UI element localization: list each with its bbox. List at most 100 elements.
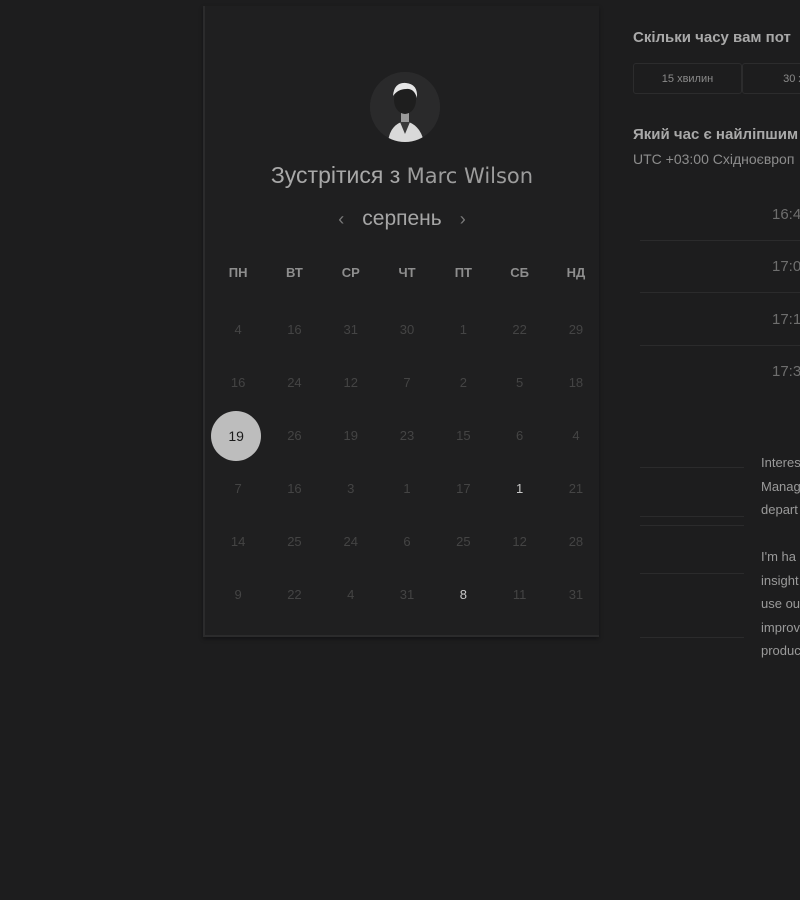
time-slot[interactable]: 17:3 (640, 350, 800, 398)
day-number: 1 (403, 481, 411, 496)
day-number: 31 (343, 322, 358, 337)
calendar-day: 5 (491, 356, 547, 409)
time-slot[interactable]: 17:1 (640, 298, 800, 346)
calendar-day: 15 (435, 409, 491, 462)
day-number: 18 (568, 375, 584, 390)
time-slot[interactable]: 17:0 (640, 245, 800, 293)
description-paragraph: Interes Manag depart (761, 451, 800, 522)
weekday-label: СБ (510, 265, 529, 280)
calendar-day[interactable]: 19 (210, 409, 266, 462)
duration-question: Скільки часу вам пот (633, 29, 791, 46)
timezone-selector[interactable]: UTC +03:00 Східноєвроп (633, 151, 794, 167)
calendar-day: 1 (435, 303, 491, 356)
description-line: produc (761, 643, 800, 658)
day-number: 4 (234, 322, 242, 337)
host-avatar-image (370, 72, 440, 142)
day-number: 15 (456, 428, 471, 443)
weekday-label: СР (341, 265, 360, 280)
divider (640, 637, 744, 638)
day-number: 16 (230, 375, 246, 390)
duration-option-15[interactable]: 15 хвилин (633, 63, 742, 94)
calendar-day: 6 (379, 515, 435, 568)
calendar-day: 3 (323, 462, 379, 515)
day-number: 11 (512, 587, 527, 602)
calendar-day: 4 (323, 568, 379, 621)
time-slot-label: 17:3 (772, 363, 800, 380)
calendar-day: 31 (323, 303, 379, 356)
duration-options: 15 хвилин 30 хв (633, 63, 800, 94)
day-number: 23 (399, 428, 415, 443)
time-question: Який час є найліпшим (633, 126, 799, 143)
description-line: Manag (761, 478, 800, 494)
day-number: 17 (456, 481, 471, 496)
day-number: 25 (456, 534, 471, 549)
calendar-day[interactable]: 8 (435, 568, 491, 621)
day-number: 12 (512, 534, 527, 549)
day-number: 8 (459, 587, 467, 602)
time-slot-label: 17:1 (772, 311, 800, 328)
month-navigation: ‹ серпень › (205, 207, 599, 231)
host-name: Marc Wilson (406, 164, 534, 188)
day-number: 1 (516, 481, 524, 496)
calendar-day: 16 (210, 356, 266, 409)
calendar-day: 24 (266, 356, 322, 409)
time-slot[interactable]: 16:4 (640, 193, 800, 241)
calendar-day: 17 (435, 462, 491, 515)
calendar-day: 31 (379, 568, 435, 621)
calendar-day: 30 (379, 303, 435, 356)
day-number: 7 (403, 375, 411, 390)
day-number: 16 (287, 322, 302, 337)
day-number: 6 (516, 428, 524, 443)
day-number: 6 (403, 534, 411, 549)
calendar-day: 25 (435, 515, 491, 568)
day-number: 5 (516, 375, 524, 390)
calendar-day: 16 (266, 462, 322, 515)
selected-day-label: 19 (211, 410, 262, 461)
day-number: 22 (287, 587, 302, 602)
day-number: 31 (399, 587, 415, 602)
day-number: 19 (343, 428, 358, 443)
duration-option-30[interactable]: 30 хв (742, 63, 800, 94)
calendar-day: 12 (491, 515, 547, 568)
chevron-left-icon[interactable]: ‹ (334, 209, 348, 230)
weekday-label: ЧТ (398, 265, 416, 280)
day-number: 25 (287, 534, 302, 549)
calendar-day: 11 (491, 568, 547, 621)
weekday-label: НД (566, 265, 586, 280)
day-number: 4 (347, 587, 355, 602)
calendar-day: 12 (323, 356, 379, 409)
day-number: 14 (230, 534, 246, 549)
day-number: 26 (287, 428, 302, 443)
day-number: 22 (512, 322, 527, 337)
divider (640, 516, 744, 517)
calendar-day: 1 (379, 462, 435, 515)
meeting-title-prefix: Зустрітися з (270, 162, 401, 188)
calendar-day[interactable]: 1 (491, 462, 547, 515)
time-slot-label: 17:0 (772, 258, 800, 275)
day-number: 9 (234, 587, 242, 602)
divider (640, 525, 744, 526)
day-number: 7 (234, 481, 242, 496)
day-number: 16 (287, 481, 302, 496)
description-line: use ou (761, 596, 800, 611)
calendar-day: 22 (491, 303, 547, 356)
calendar-day: 25 (266, 515, 322, 568)
calendar-day: 23 (379, 409, 435, 462)
day-number: 3 (347, 481, 355, 496)
calendar-day: 19 (323, 409, 379, 462)
description-line: improv (761, 619, 800, 635)
divider (640, 467, 744, 468)
month-label: серпень (362, 207, 442, 230)
calendar-days-grid: 4 16 31 30 1 22 29 16 24 12 7 2 5 18 19 26 19 23 15 6 4 7 16 3 1… (210, 303, 604, 621)
divider (640, 573, 744, 574)
day-number: 2 (459, 375, 467, 390)
calendar-day: 22 (266, 568, 322, 621)
calendar-day: 24 (323, 515, 379, 568)
day-number: 1 (459, 322, 467, 337)
calendar-day: 28 (548, 515, 604, 568)
calendar-day: 29 (548, 303, 604, 356)
day-number: 31 (568, 587, 584, 602)
day-number: 4 (572, 428, 580, 443)
calendar-day: 7 (210, 462, 266, 515)
chevron-right-icon[interactable]: › (456, 209, 470, 230)
